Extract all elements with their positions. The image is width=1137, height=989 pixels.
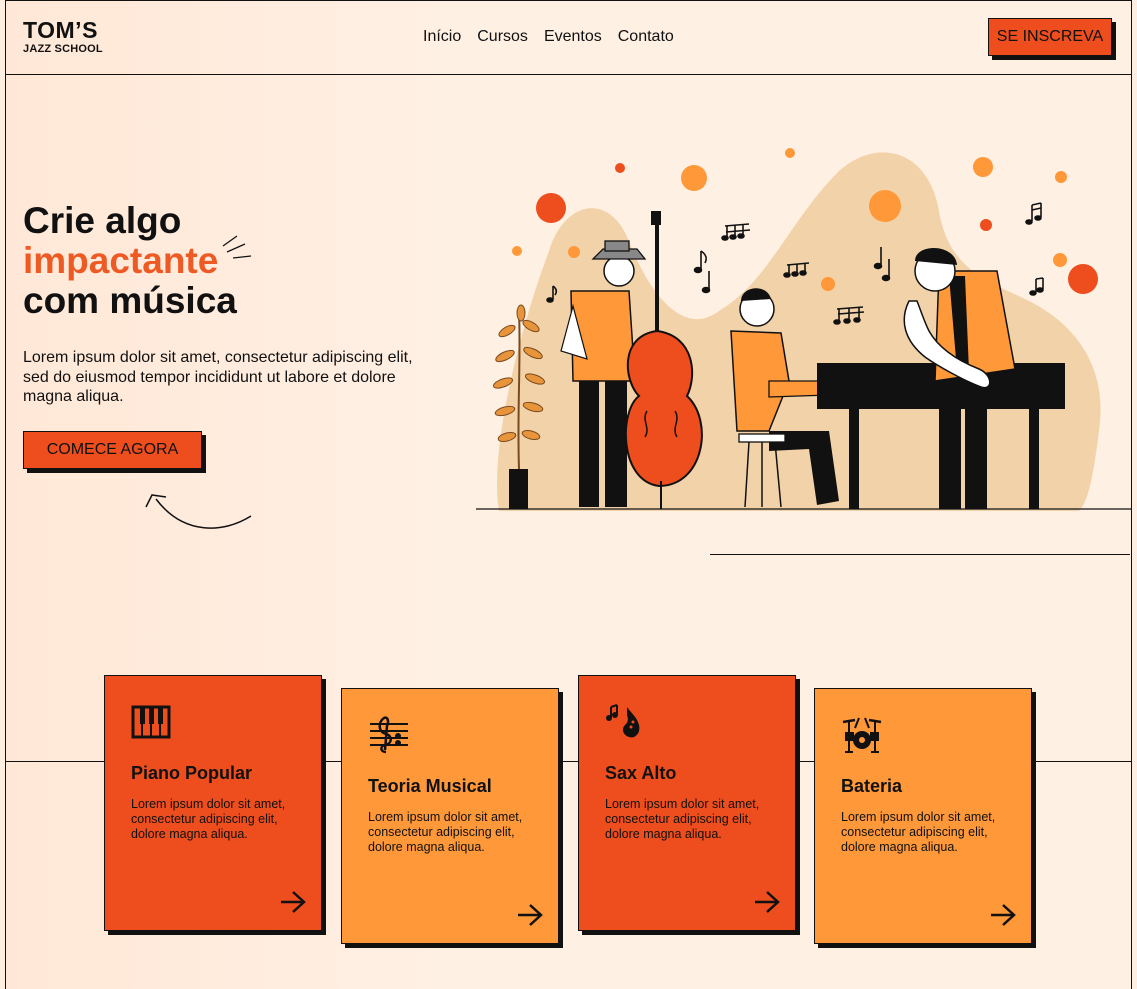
start-now-button[interactable]: COMECE AGORA (23, 431, 202, 469)
hero-title-accent: impactante (23, 240, 219, 281)
curved-arrow-icon (145, 494, 252, 529)
saxophone-icon (606, 704, 640, 738)
arrow-right-icon[interactable] (753, 890, 781, 914)
arrow-right-icon[interactable] (989, 903, 1017, 927)
card-text: Lorem ipsum dolor sit amet, consectetur … (605, 797, 760, 841)
logo[interactable]: TOM’S JAZZ SCHOOL (23, 19, 103, 55)
hero-title: Crie algo impactante com música (23, 201, 237, 321)
course-card-sax[interactable]: Sax Alto Lorem ipsum dolor sit amet, con… (578, 675, 796, 931)
hero-divider-line (710, 554, 1130, 555)
hero-description: Lorem ipsum dolor sit amet, consectetur … (23, 349, 413, 405)
card-text: Lorem ipsum dolor sit amet, consectetur … (368, 810, 523, 854)
main-nav: Início Cursos Eventos Contato (423, 28, 674, 46)
site-header: TOM’S JAZZ SCHOOL Início Cursos Eventos … (6, 1, 1131, 75)
jazz-band-illustration (476, 148, 1131, 511)
nav-link-contato[interactable]: Contato (618, 28, 674, 46)
nav-link-cursos[interactable]: Cursos (477, 28, 528, 46)
logo-main-text: TOM’S (23, 17, 98, 43)
nav-link-inicio[interactable]: Início (423, 28, 461, 46)
card-title: Piano Popular (131, 763, 253, 783)
page-frame: TOM’S JAZZ SCHOOL Início Cursos Eventos … (5, 0, 1132, 989)
course-card-drums[interactable]: Bateria Lorem ipsum dolor sit amet, cons… (814, 688, 1032, 944)
hero-title-line-1: Crie algo (23, 200, 182, 241)
card-title: Bateria (841, 776, 903, 796)
logo-sub-text: JAZZ SCHOOL (23, 43, 103, 55)
arrow-right-icon[interactable] (516, 903, 544, 927)
music-staff-icon (370, 716, 408, 754)
sparkle-lines-icon (222, 235, 252, 259)
nav-link-eventos[interactable]: Eventos (544, 28, 602, 46)
card-text: Lorem ipsum dolor sit amet, consectetur … (131, 797, 286, 841)
course-card-piano[interactable]: Piano Popular Lorem ipsum dolor sit amet… (104, 675, 322, 931)
card-title: Sax Alto (605, 763, 677, 783)
piano-keys-icon (131, 705, 171, 739)
card-text: Lorem ipsum dolor sit amet, consectetur … (841, 810, 996, 854)
card-title: Teoria Musical (368, 776, 492, 796)
arrow-right-icon[interactable] (279, 890, 307, 914)
drum-kit-icon (842, 717, 882, 753)
signup-button[interactable]: SE INSCREVA (988, 18, 1112, 56)
hero-title-line-3: com música (23, 280, 237, 321)
course-card-theory[interactable]: Teoria Musical Lorem ipsum dolor sit ame… (341, 688, 559, 944)
